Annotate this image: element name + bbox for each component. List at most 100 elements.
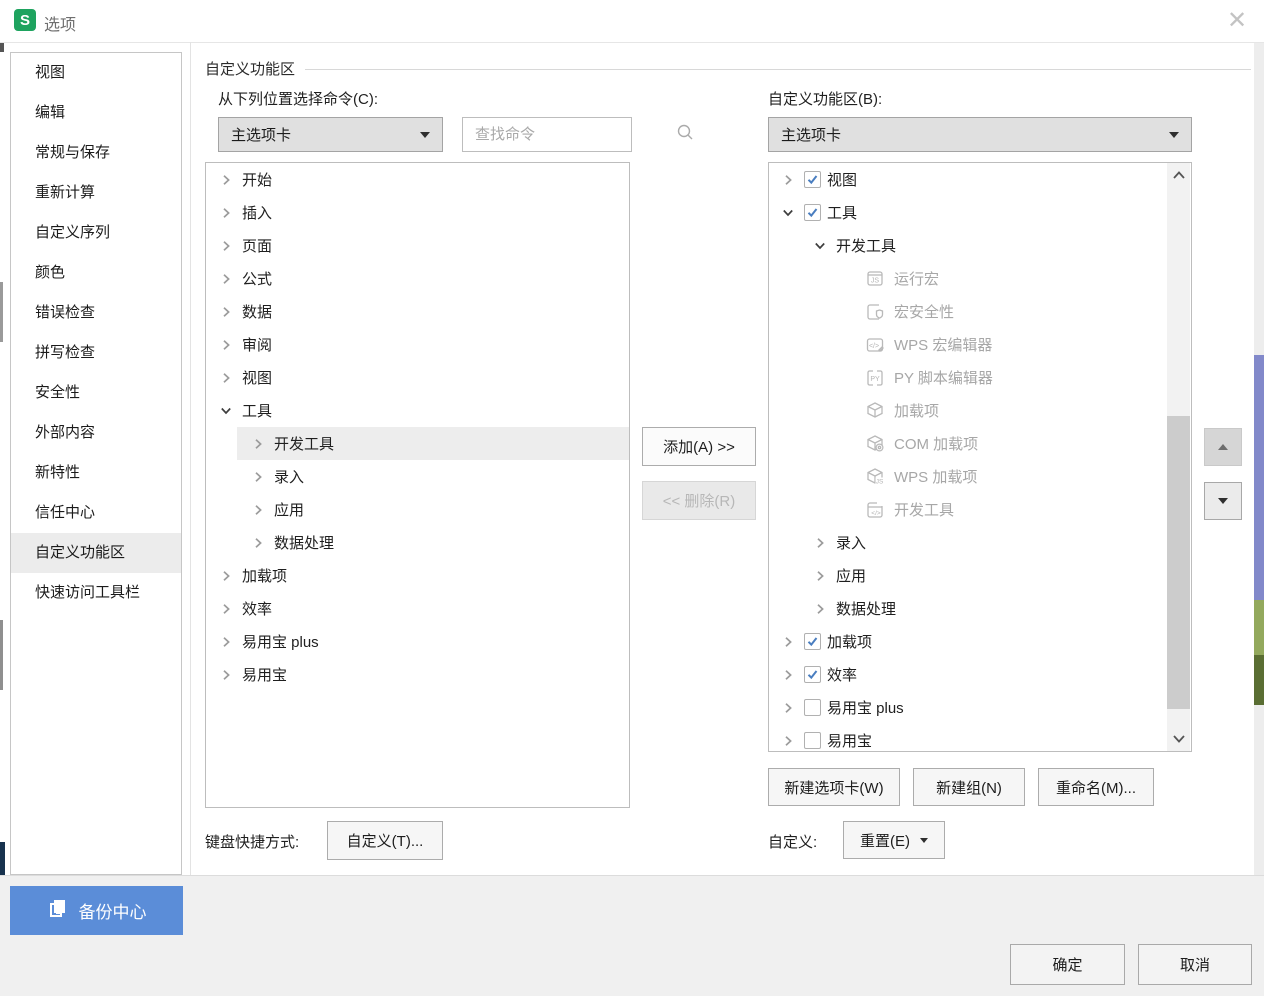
chevron-right-icon[interactable] <box>219 603 233 615</box>
ribbon-checkbox-unchecked[interactable] <box>804 732 821 749</box>
tree-row[interactable]: 视图 <box>206 361 629 394</box>
ribbon-tree-list[interactable]: 视图工具开发工具JS运行宏宏安全性</>WPS 宏编辑器PYPY 脚本编辑器加载… <box>768 162 1192 752</box>
sidebar-item[interactable]: 安全性 <box>11 373 181 413</box>
chevron-right-icon[interactable] <box>781 702 795 714</box>
sidebar-item[interactable]: 错误检查 <box>11 293 181 333</box>
chevron-right-icon[interactable] <box>781 669 795 681</box>
sidebar-item[interactable]: 视图 <box>11 53 181 93</box>
scroll-up-icon[interactable] <box>1167 163 1190 187</box>
tree-row[interactable]: 开发工具 <box>769 229 1191 262</box>
tree-row[interactable]: 应用 <box>769 559 1191 592</box>
chevron-down-icon[interactable] <box>781 207 795 219</box>
sidebar-item[interactable]: 自定义序列 <box>11 213 181 253</box>
tree-row[interactable]: 应用 <box>206 493 629 526</box>
remove-button[interactable]: << 删除(R) <box>642 481 756 520</box>
tree-row[interactable]: 加载项 <box>769 625 1191 658</box>
chevron-right-icon[interactable] <box>219 306 233 318</box>
chevron-right-icon[interactable] <box>219 372 233 384</box>
sidebar-item[interactable]: 拼写检查 <box>11 333 181 373</box>
chevron-right-icon[interactable] <box>781 174 795 186</box>
backup-center-button[interactable]: 备份中心 <box>10 886 183 935</box>
chevron-right-icon[interactable] <box>251 537 265 549</box>
tree-row[interactable]: 工具 <box>206 394 629 427</box>
tree-row[interactable]: 加载项 <box>206 559 629 592</box>
tree-row[interactable]: 效率 <box>206 592 629 625</box>
command-search-field[interactable] <box>462 117 632 152</box>
sidebar-item[interactable]: 信任中心 <box>11 493 181 533</box>
tree-row[interactable]: PYPY 脚本编辑器 <box>769 361 1191 394</box>
tree-row[interactable]: 数据处理 <box>769 592 1191 625</box>
tree-row[interactable]: COM 加载项 <box>769 427 1191 460</box>
sidebar-item[interactable]: 自定义功能区 <box>11 533 181 573</box>
search-input[interactable] <box>473 125 676 144</box>
tree-row[interactable]: </>开发工具 <box>769 493 1191 526</box>
chevron-right-icon[interactable] <box>219 174 233 186</box>
ok-button[interactable]: 确定 <box>1010 944 1125 985</box>
sidebar-item[interactable]: 颜色 <box>11 253 181 293</box>
command-source-dropdown[interactable]: 主选项卡 <box>218 117 443 152</box>
tree-row[interactable]: 审阅 <box>206 328 629 361</box>
chevron-right-icon[interactable] <box>219 207 233 219</box>
tree-row[interactable]: 易用宝 <box>206 658 629 691</box>
chevron-right-icon[interactable] <box>813 603 827 615</box>
tree-row[interactable]: 数据 <box>206 295 629 328</box>
tree-row[interactable]: 易用宝 plus <box>206 625 629 658</box>
rename-button[interactable]: 重命名(M)... <box>1038 768 1154 806</box>
ribbon-checkbox-checked[interactable] <box>804 204 821 221</box>
tree-row[interactable]: 录入 <box>206 460 629 493</box>
chevron-right-icon[interactable] <box>219 669 233 681</box>
add-button[interactable]: 添加(A) >> <box>642 427 756 466</box>
tree-row[interactable]: 页面 <box>206 229 629 262</box>
reset-button[interactable]: 重置(E) <box>843 821 945 859</box>
tree-row[interactable]: 开发工具 <box>206 427 629 460</box>
chevron-right-icon[interactable] <box>251 471 265 483</box>
command-tree-list[interactable]: 开始插入页面公式数据审阅视图工具开发工具录入应用数据处理加载项效率易用宝 plu… <box>205 162 630 808</box>
chevron-right-icon[interactable] <box>813 570 827 582</box>
tree-row[interactable]: 公式 <box>206 262 629 295</box>
ribbon-checkbox-unchecked[interactable] <box>804 699 821 716</box>
scroll-down-icon[interactable] <box>1167 727 1190 751</box>
close-icon[interactable]: ✕ <box>1220 4 1254 36</box>
tree-row[interactable]: 数据处理 <box>206 526 629 559</box>
scrollbar-thumb[interactable] <box>1167 416 1190 709</box>
chevron-right-icon[interactable] <box>219 273 233 285</box>
scrollbar[interactable] <box>1167 163 1190 751</box>
chevron-right-icon[interactable] <box>813 537 827 549</box>
tree-row[interactable]: 易用宝 plus <box>769 691 1191 724</box>
tree-row[interactable]: 宏安全性 <box>769 295 1191 328</box>
tree-row[interactable]: 视图 <box>769 163 1191 196</box>
customize-shortcuts-button[interactable]: 自定义(T)... <box>327 821 443 860</box>
tree-row[interactable]: 加载项 <box>769 394 1191 427</box>
tree-row[interactable]: 工具 <box>769 196 1191 229</box>
tree-row[interactable]: </>WPS 宏编辑器 <box>769 328 1191 361</box>
ribbon-target-dropdown[interactable]: 主选项卡 <box>768 117 1192 152</box>
chevron-right-icon[interactable] <box>251 504 265 516</box>
sidebar-item[interactable]: 快速访问工具栏 <box>11 573 181 613</box>
new-group-button[interactable]: 新建组(N) <box>913 768 1025 806</box>
chevron-down-icon[interactable] <box>813 240 827 252</box>
ribbon-checkbox-checked[interactable] <box>804 633 821 650</box>
chevron-right-icon[interactable] <box>781 735 795 747</box>
tree-row[interactable]: JSWPS 加载项 <box>769 460 1191 493</box>
cancel-button[interactable]: 取消 <box>1138 944 1252 985</box>
chevron-right-icon[interactable] <box>219 570 233 582</box>
tree-row[interactable]: 开始 <box>206 163 629 196</box>
chevron-right-icon[interactable] <box>781 636 795 648</box>
new-tab-button[interactable]: 新建选项卡(W) <box>768 768 900 806</box>
sidebar-item[interactable]: 重新计算 <box>11 173 181 213</box>
ribbon-checkbox-checked[interactable] <box>804 171 821 188</box>
tree-row[interactable]: 效率 <box>769 658 1191 691</box>
ribbon-checkbox-checked[interactable] <box>804 666 821 683</box>
chevron-right-icon[interactable] <box>219 240 233 252</box>
chevron-right-icon[interactable] <box>251 438 265 450</box>
sidebar-item[interactable]: 编辑 <box>11 93 181 133</box>
sidebar-item[interactable]: 常规与保存 <box>11 133 181 173</box>
tree-row[interactable]: 录入 <box>769 526 1191 559</box>
chevron-right-icon[interactable] <box>219 339 233 351</box>
tree-row[interactable]: 插入 <box>206 196 629 229</box>
move-down-button[interactable] <box>1204 482 1242 520</box>
tree-row[interactable]: JS运行宏 <box>769 262 1191 295</box>
chevron-down-icon[interactable] <box>219 405 233 417</box>
chevron-right-icon[interactable] <box>219 636 233 648</box>
tree-row[interactable]: 易用宝 <box>769 724 1191 752</box>
